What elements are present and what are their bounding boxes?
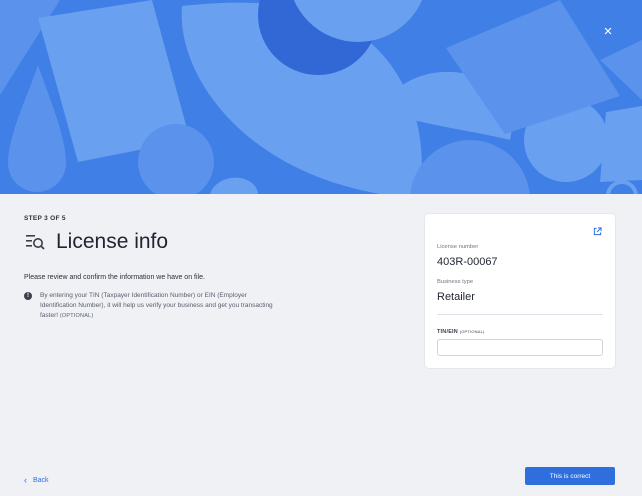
page-description: Please review and confirm the informatio… xyxy=(24,274,205,281)
step-indicator: STEP 3 OF 5 xyxy=(24,215,66,222)
tin-ein-optional-tag: (OPTIONAL) xyxy=(459,329,485,334)
info-note: ! By entering your TIN (Taxpayer Identif… xyxy=(24,291,274,321)
chevron-left-icon: ‹ xyxy=(24,475,27,485)
hero-shapes xyxy=(0,0,642,194)
info-text: By entering your TIN (Taxpayer Identific… xyxy=(40,291,274,321)
close-icon[interactable]: × xyxy=(600,24,616,40)
back-button[interactable]: ‹ Back xyxy=(24,475,49,485)
license-number-label: License number xyxy=(437,244,479,250)
main-content: STEP 3 OF 5 License info Please review a… xyxy=(0,194,642,496)
title-row: License info xyxy=(24,230,168,254)
business-type-label: Business type xyxy=(437,279,474,285)
business-type-value: Retailer xyxy=(437,291,475,303)
info-icon: ! xyxy=(24,292,32,300)
card-divider xyxy=(437,314,603,315)
tin-ein-input[interactable] xyxy=(437,339,603,356)
license-number-value: 403R-00067 xyxy=(437,256,498,268)
page-title: License info xyxy=(56,230,169,253)
license-card: License number 403R-00067 Business type … xyxy=(425,214,615,368)
document-search-icon xyxy=(26,235,45,250)
back-label: Back xyxy=(33,476,49,484)
tin-ein-label: TIN/EIN (OPTIONAL) xyxy=(437,329,485,335)
tin-ein-label-text: TIN/EIN xyxy=(437,329,458,335)
hero-banner: × xyxy=(0,0,642,194)
info-optional-tag: (OPTIONAL) xyxy=(59,313,94,319)
external-edit-icon[interactable] xyxy=(593,227,602,236)
confirm-button[interactable]: This is correct xyxy=(525,467,615,485)
